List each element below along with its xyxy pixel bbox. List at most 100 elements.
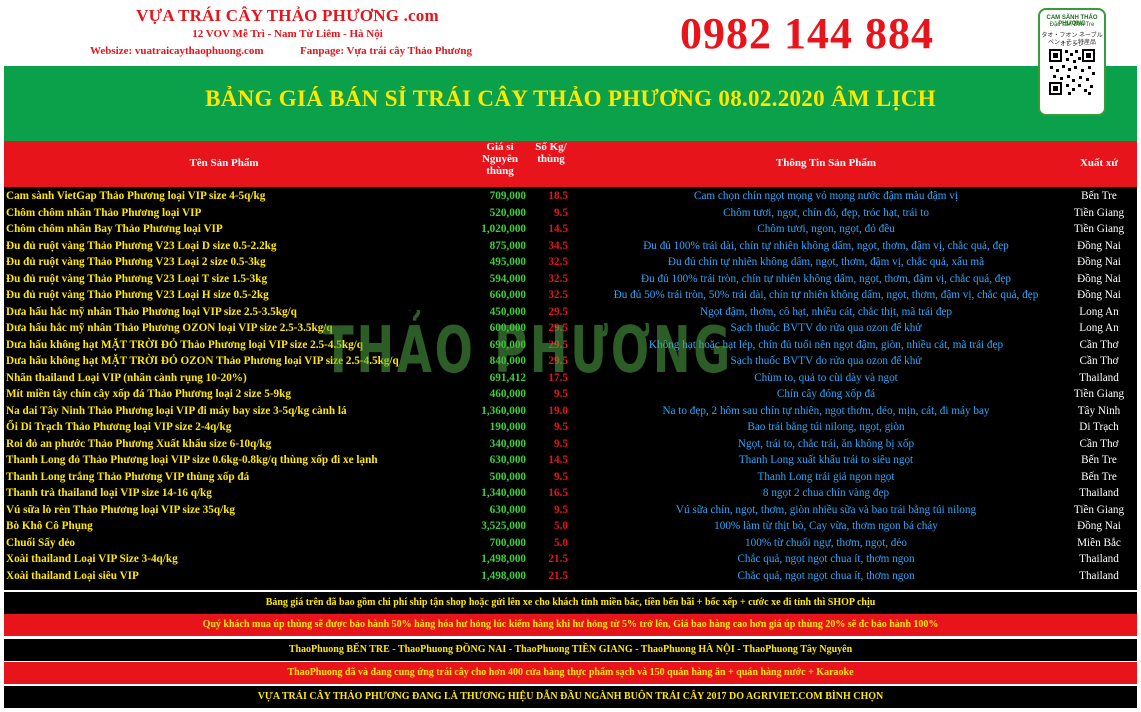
product-price: 594,000 xyxy=(489,272,526,285)
product-name: Bò Khô Cô Phụng xyxy=(6,520,93,532)
phone-number[interactable]: 0982 144 884 xyxy=(680,8,934,59)
product-price: 709,000 xyxy=(489,190,526,202)
product-origin: Tây Ninh xyxy=(1077,404,1121,417)
product-info: Đu đủ 100% trái tròn, chín tự nhiên khôn… xyxy=(641,272,1011,285)
watermark-text: THẢO PHƯƠNG xyxy=(323,310,733,388)
title-banner: BẢNG GIÁ BÁN SỈ TRÁI CÂY THẢO PHƯƠNG 08.… xyxy=(4,66,1137,141)
product-kg: 34.5 xyxy=(548,239,568,252)
table-row: Chôm chôm nhãn Bay Thảo Phương loại VIP 1… xyxy=(4,221,1137,238)
product-info: Cam chọn chín ngọt mọng vỏ mọng nước đậm… xyxy=(694,190,958,202)
product-name: Roi đỏ an phước Thảo Phương Xuất khẩu si… xyxy=(6,437,272,450)
product-origin: Tiền Giang xyxy=(1073,388,1125,400)
table-row: Vú sữa lò rèn Thảo Phương loại VIP size … xyxy=(4,502,1137,519)
product-price: 500,000 xyxy=(489,470,526,483)
product-origin: Bến Tre xyxy=(1081,190,1117,202)
table-row: Na dai Tây Ninh Thảo Phương loại VIP đi … xyxy=(4,403,1137,420)
footer-branches: ThaoPhuong BẾN TRE - ThaoPhuong ĐỒNG NAI… xyxy=(4,638,1137,661)
product-origin: Long An xyxy=(1079,305,1119,318)
table-row: Chôm chôm nhãn Thảo Phương loại VIP 520,0… xyxy=(4,205,1137,222)
footer-warranty-note: Quý khách mua úp thùng sẽ được bảo hành … xyxy=(4,614,1137,636)
product-kg: 19.0 xyxy=(548,404,568,417)
product-info: Chôm tươi, ngọt, chín đỏ, đẹp, tróc hạt,… xyxy=(723,206,929,219)
table-row: Xoài thailand Loại VIP Size 3-4q/kg 1,498… xyxy=(4,551,1137,568)
product-origin: Đồng Nai xyxy=(1077,520,1121,532)
product-origin: Đồng Nai xyxy=(1077,256,1121,268)
product-info: Thanh Long trái giả ngon ngọt xyxy=(757,470,895,483)
product-kg: 9.5 xyxy=(554,206,568,219)
product-name: Thanh Long đỏ Thảo Phương loại VIP size … xyxy=(6,454,378,466)
product-kg: 32.5 xyxy=(548,256,568,268)
product-kg: 9.5 xyxy=(554,503,568,516)
product-origin: Thailand xyxy=(1079,487,1119,499)
product-kg: 9.5 xyxy=(554,421,568,433)
column-header-origin: Xuất xứ xyxy=(1079,157,1119,169)
product-price: 1,498,000 xyxy=(481,569,526,582)
product-origin: Long An xyxy=(1079,322,1119,334)
page-title: BẢNG GIÁ BÁN SỈ TRÁI CÂY THẢO PHƯƠNG 08.… xyxy=(205,86,936,111)
product-origin: Cần Thơ xyxy=(1079,355,1119,367)
column-header-info: Thông Tin Sản Phẩm xyxy=(775,157,877,169)
product-kg: 14.5 xyxy=(548,223,568,235)
product-price: 190,000 xyxy=(489,421,526,433)
product-origin: Tiền Giang xyxy=(1073,206,1125,219)
table-header: Tên Sản Phẩm Giá sỉ Nguyên thùng Số Kg/ … xyxy=(4,141,1137,187)
product-kg: 16.5 xyxy=(548,487,568,499)
shop-fanpage[interactable]: Fanpage: Vựa trái cây Thảo Phương xyxy=(300,45,472,57)
product-price: 630,000 xyxy=(489,454,526,466)
table-row: Cam sành VietGap Thảo Phương loại VIP si… xyxy=(4,188,1137,205)
product-kg: 9.5 xyxy=(554,470,568,483)
product-origin: Tiền Giang xyxy=(1073,503,1125,516)
product-name: Đu đủ ruột vàng Thảo Phương V23 Loại D s… xyxy=(6,239,277,252)
table-row: Đu đủ ruột vàng Thảo Phương V23 Loại 2 s… xyxy=(4,254,1137,271)
table-row: Đu đủ ruột vàng Thảo Phương V23 Loại D s… xyxy=(4,238,1137,255)
product-info: Đu đủ chín tự nhiên không dấm, ngọt, thơ… xyxy=(667,256,985,268)
product-price: 1,498,000 xyxy=(481,553,526,565)
product-price: 1,020,000 xyxy=(481,223,526,235)
table-row: Đu đủ ruột vàng Thảo Phương V23 Loại H s… xyxy=(4,287,1137,304)
product-name: Na dai Tây Ninh Thảo Phương loại VIP đi … xyxy=(6,404,347,417)
product-info: Đu đủ 100% trái dài, chín tự nhiên không… xyxy=(643,239,1009,252)
product-name: Đu đủ ruột vàng Thảo Phương V23 Loại H s… xyxy=(6,289,269,301)
table-row: Chuối Sấy dẻo 700,000 5.0 100% từ chuối ngự… xyxy=(4,535,1137,552)
product-price: 3,525,000 xyxy=(481,520,526,532)
product-origin: Thailand xyxy=(1079,569,1119,582)
table-row: Bò Khô Cô Phụng 3,525,000 5.0 100% làm từ t… xyxy=(4,518,1137,535)
watermark: THẢO PHƯƠNG xyxy=(323,310,733,388)
product-info: Thanh Long xuất khẩu trái to siêu ngọt xyxy=(738,454,914,466)
product-origin: Di Trạch xyxy=(1079,421,1119,433)
product-kg: 18.5 xyxy=(548,190,568,202)
qr-code-icon xyxy=(1048,48,1096,96)
product-price: 630,000 xyxy=(489,503,526,516)
product-kg: 32.5 xyxy=(548,289,568,301)
product-name: Đu đủ ruột vàng Thảo Phương V23 Loại T s… xyxy=(6,272,268,285)
product-name: Cam sành VietGap Thảo Phương loại VIP si… xyxy=(6,190,266,202)
product-name: Xoài thailand Loại siêu VIP xyxy=(6,569,139,582)
product-origin: Thailand xyxy=(1079,553,1119,565)
product-info: Đu đủ 50% trái tròn, 50% trái dài, chín … xyxy=(613,289,1039,301)
product-kg: 9.5 xyxy=(554,437,568,450)
product-info: Vú sữa chín, ngọt, thơm, giòn nhiều sữa … xyxy=(675,503,977,516)
column-header-kg: Số Kg/ thùng xyxy=(535,141,567,165)
product-origin: Thailand xyxy=(1079,371,1119,384)
product-origin: Đồng Nai xyxy=(1077,239,1121,252)
product-origin: Miền Bắc xyxy=(1077,536,1121,549)
product-name: Vú sữa lò rèn Thảo Phương loại VIP size … xyxy=(6,503,236,516)
product-info: 100% làm từ thịt bò, Cay vừa, thơm ngon … xyxy=(714,520,938,532)
product-info: Bao trái bằng túi nilong, ngọt, giòn xyxy=(747,421,905,433)
product-kg: 5.0 xyxy=(554,536,568,549)
product-badge: CAM SÀNH THẢO PHƯƠNG Đặc sản Bến Tre タオ・… xyxy=(1038,8,1106,116)
shop-website[interactable]: Websize: vuatraicaythaophuong.com xyxy=(90,45,264,57)
badge-subtitle: Đặc sản Bến Tre xyxy=(1049,22,1095,28)
product-name: Xoài thailand Loại VIP Size 3-4q/kg xyxy=(6,553,178,565)
badge-japanese-2: ベン・チェ特産品 xyxy=(1047,40,1096,46)
product-name: Chôm chôm nhãn Thảo Phương loại VIP xyxy=(6,206,202,219)
product-origin: Tiền Giang xyxy=(1073,223,1125,235)
product-name: Chôm chôm nhãn Bay Thảo Phương loại VIP xyxy=(6,223,223,235)
product-name: Thanh trà thailand loại VIP size 14-16 q… xyxy=(6,487,212,499)
product-name: Thanh Long trắng Thảo Phương VIP thùng x… xyxy=(6,470,250,483)
footer-award: VỰA TRÁI CÂY THẢO PHƯƠNG ĐANG LÀ THƯƠNG … xyxy=(4,686,1137,708)
product-price: 495,000 xyxy=(489,256,526,268)
footer-shipping-note: Bảng giá trên đã bao gồm chi phí ship tậ… xyxy=(4,590,1137,614)
table-row: Ổi Di Trạch Thảo Phương loại VIP size 2-… xyxy=(4,419,1137,436)
product-info: 8 ngọt 2 chua chín vàng đẹp xyxy=(762,487,890,499)
